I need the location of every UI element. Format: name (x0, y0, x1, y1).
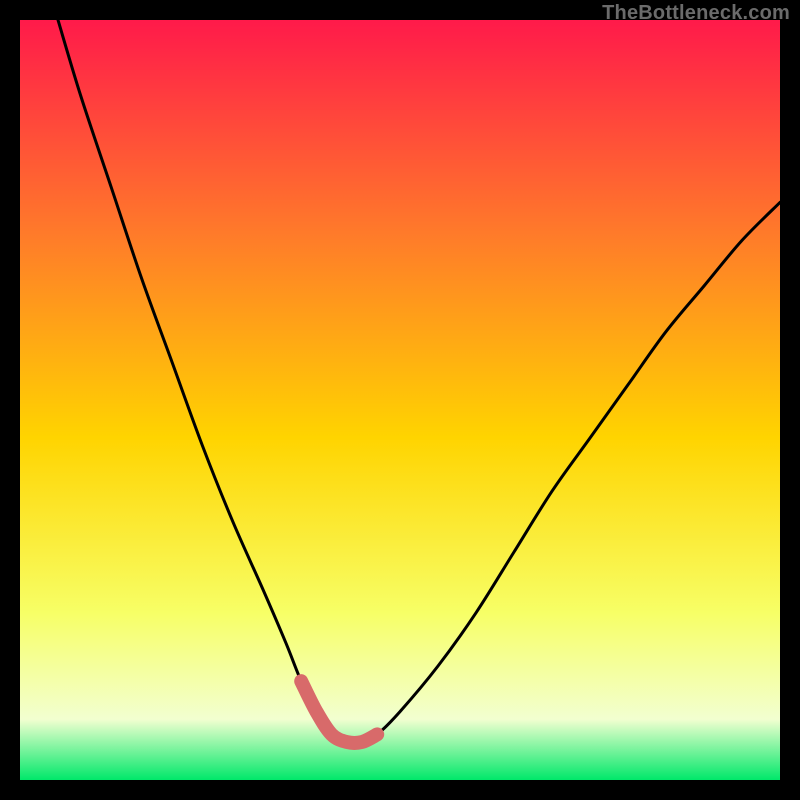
optimal-range-highlight (301, 681, 377, 743)
chart-stage: TheBottleneck.com (0, 0, 800, 800)
curve-layer (20, 20, 780, 780)
plot-area (20, 20, 780, 780)
bottleneck-curve (58, 20, 780, 743)
